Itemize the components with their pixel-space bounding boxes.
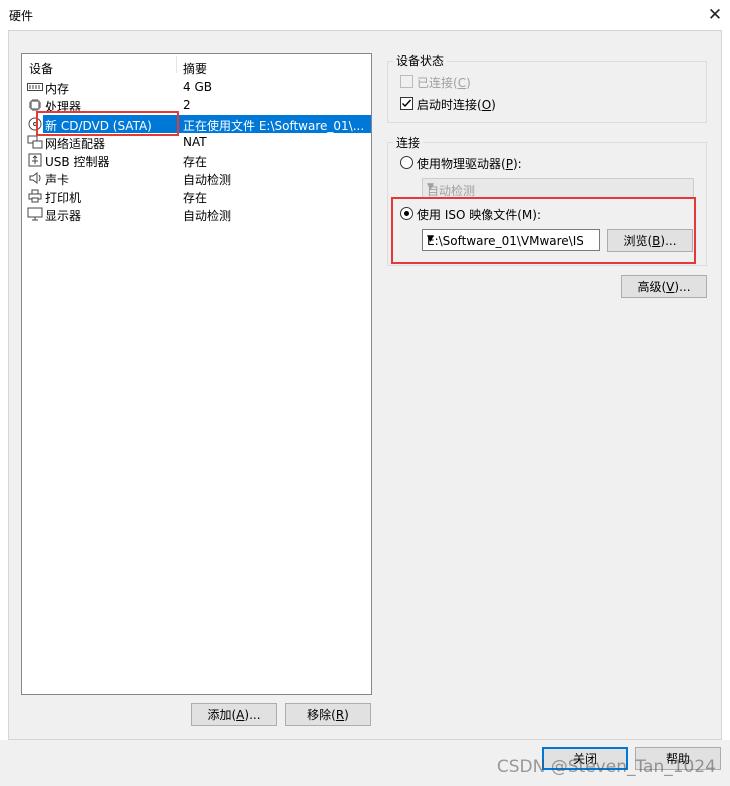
remove-button[interactable]: 移除(R) — [285, 703, 371, 726]
title-bar: 硬件 ✕ — [0, 0, 730, 30]
annotation-box-cd-dvd — [36, 111, 179, 136]
device-summary: 自动检测 — [183, 209, 232, 223]
device-name: 打印机 — [45, 191, 82, 205]
connected-checkbox[interactable] — [400, 75, 413, 88]
chevron-down-icon: ▼ — [427, 182, 434, 192]
network-adapter-icon — [27, 135, 43, 149]
connect-at-power-on-label: 启动时连接(O) — [417, 98, 496, 112]
device-row-printer[interactable]: 打印机 存在 — [22, 187, 371, 205]
physical-drive-radio[interactable] — [400, 156, 413, 169]
device-list-header: 设备 摘要 — [22, 54, 371, 76]
device-status-group — [387, 61, 707, 123]
device-name: 声卡 — [45, 173, 70, 187]
sound-card-icon — [27, 171, 43, 185]
watermark: CSDN @Steven_Tan_1024 — [496, 757, 716, 777]
column-divider[interactable] — [176, 56, 177, 73]
device-summary: 存在 — [183, 191, 208, 205]
connection-title: 连接 — [393, 134, 424, 151]
column-header-summary[interactable]: 摘要 — [183, 60, 207, 77]
device-summary: 存在 — [183, 155, 208, 169]
display-icon — [27, 207, 43, 221]
connect-at-power-on-checkbox[interactable] — [400, 97, 413, 110]
advanced-button[interactable]: 高级(V)... — [621, 275, 707, 298]
annotation-box-iso — [391, 197, 696, 264]
device-row-memory[interactable]: 内存 4 GB — [22, 78, 371, 96]
device-summary: 4 GB — [183, 80, 212, 94]
device-name: 显示器 — [45, 209, 82, 223]
usb-icon — [27, 153, 43, 167]
processor-icon — [27, 98, 43, 112]
checkmark-icon — [402, 99, 412, 108]
window-title: 硬件 — [9, 9, 34, 23]
device-status-title: 设备状态 — [393, 52, 448, 69]
memory-icon — [27, 80, 43, 94]
add-button[interactable]: 添加(A)... — [191, 703, 277, 726]
printer-icon — [27, 189, 43, 203]
device-list[interactable]: 设备 摘要 内存 4 GB 处理器 2 新 CD/DVD (SATA) 正在使用… — [21, 53, 372, 695]
device-summary: NAT — [183, 135, 207, 149]
device-summary: 自动检测 — [183, 173, 232, 187]
device-name: USB 控制器 — [45, 155, 110, 169]
device-row-sound-card[interactable]: 声卡 自动检测 — [22, 169, 371, 187]
device-name: 网络适配器 — [45, 137, 106, 151]
column-header-device[interactable]: 设备 — [29, 60, 53, 77]
device-row-display[interactable]: 显示器 自动检测 — [22, 205, 371, 223]
close-icon[interactable]: ✕ — [700, 0, 730, 30]
device-row-usb-controller[interactable]: USB 控制器 存在 — [22, 151, 371, 169]
connected-label: 已连接(C) — [417, 76, 471, 90]
physical-drive-label: 使用物理驱动器(P): — [417, 157, 522, 171]
physical-drive-select[interactable]: 自动检测 ▼ — [422, 178, 694, 199]
device-name: 内存 — [45, 82, 70, 96]
device-summary: 正在使用文件 E:\Software_01\... — [183, 119, 365, 133]
device-summary: 2 — [183, 98, 191, 112]
